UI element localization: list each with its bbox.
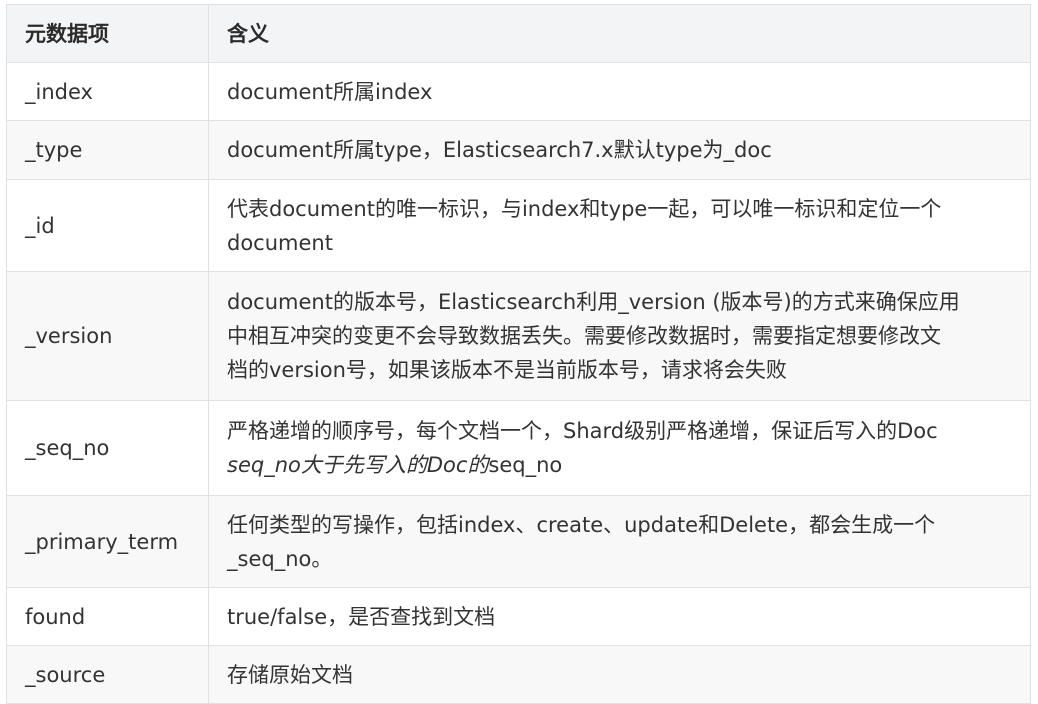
field-cell: _version [6,271,209,401]
meaning-cell: document所属type，Elasticsearch7.x默认type为_d… [208,120,1031,180]
table-row: _seq_no 严格递增的顺序号，每个文档一个，Shard级别严格递增，保证后写… [6,400,1031,496]
meaning-cell: true/false，是否查找到文档 [208,587,1031,646]
meaning-line: document所属type，Elasticsearch7.x默认type为_d… [227,138,772,162]
meaning-line: seq_no大于先写入的Doc的seq_no [227,448,1012,482]
meaning-cell: 严格递增的顺序号，每个文档一个，Shard级别严格递增，保证后写入的Doc se… [208,400,1031,496]
table-row: _version document的版本号，Elasticsearch利用_ve… [6,271,1031,401]
meaning-line: true/false，是否查找到文档 [227,604,496,629]
field-cell: _primary_term [6,495,209,588]
table-row: _type document所属type，Elasticsearch7.x默认t… [6,120,1031,180]
meaning-line: 中相互冲突的变更不会导致数据丢失。需要修改数据时，需要指定想要修改文 [227,324,941,348]
meaning-line: document的版本号，Elasticsearch利用_version (版本… [227,290,960,314]
meaning-line: 任何类型的写操作，包括index、create、update和Delete，都会… [227,512,936,537]
tail-text: seq_no [488,453,563,477]
table-row: _index document所属index [6,62,1031,121]
meaning-cell: 存储原始文档 [208,645,1031,704]
meaning-line: 档的version号，如果该版本不是当前版本号，请求将会失败 [227,358,787,382]
field-cell: _source [6,645,209,704]
meaning-line: 严格递增的顺序号，每个文档一个，Shard级别严格递增，保证后写入的Doc [227,419,938,443]
meaning-line: document [227,230,333,255]
meaning-cell: 代表document的唯一标识，与index和type一起，可以唯一标识和定位一… [208,179,1031,272]
field-cell: _index [6,62,209,121]
header-meaning: 含义 [208,4,1031,63]
table-row: found true/false，是否查找到文档 [6,587,1031,646]
field-cell: _type [6,120,209,180]
table-row: _primary_term 任何类型的写操作，包括index、create、up… [6,495,1031,588]
field-cell: _id [6,179,209,272]
meaning-cell: 任何类型的写操作，包括index、create、update和Delete，都会… [208,495,1031,588]
field-cell: found [6,587,209,646]
meaning-line: document所属index [227,79,433,104]
meaning-line: _seq_no。 [227,546,333,571]
metadata-table: 元数据项 含义 _index document所属index _type doc… [6,4,1031,704]
table-header-row: 元数据项 含义 [6,4,1031,63]
meaning-line: 存储原始文档 [227,662,353,687]
meaning-cell: document的版本号，Elasticsearch利用_version (版本… [208,271,1031,401]
meaning-cell: document所属index [208,62,1031,121]
italic-text: seq_no大于先写入的Doc的 [227,453,489,477]
field-cell: _seq_no [6,400,209,496]
meaning-line: 代表document的唯一标识，与index和type一起，可以唯一标识和定位一… [227,196,942,221]
table-row: _id 代表document的唯一标识，与index和type一起，可以唯一标识… [6,179,1031,272]
header-field: 元数据项 [6,4,209,63]
table-row: _source 存储原始文档 [6,645,1031,704]
